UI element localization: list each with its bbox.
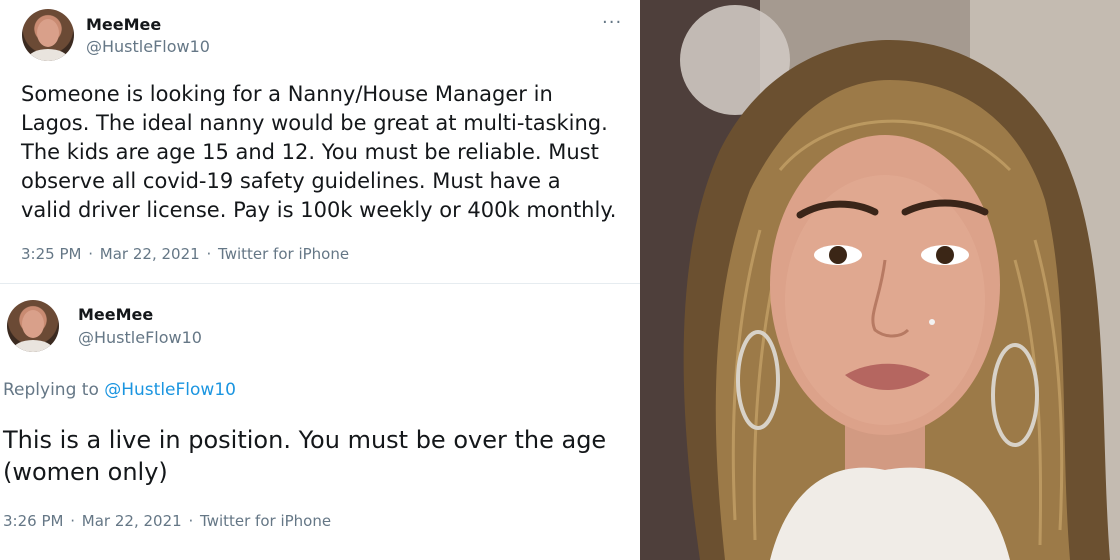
meta-separator: · bbox=[206, 245, 212, 263]
display-name[interactable]: MeeMee bbox=[78, 305, 153, 324]
tweet-meta: 3:26 PM · Mar 22, 2021 · Twitter for iPh… bbox=[3, 512, 333, 530]
replying-to-link[interactable]: @HustleFlow10 bbox=[104, 380, 236, 400]
display-name[interactable]: MeeMee bbox=[86, 15, 161, 34]
avatar-shirt bbox=[13, 340, 53, 352]
tweet-reply: MeeMee @HustleFlow10 Replying to @Hustle… bbox=[0, 283, 640, 560]
user-handle[interactable]: @HustleFlow10 bbox=[78, 328, 202, 347]
tweet-source[interactable]: Twitter for iPhone bbox=[200, 512, 331, 530]
meta-separator: · bbox=[88, 245, 94, 263]
avatar[interactable] bbox=[7, 300, 59, 352]
tweet-date[interactable]: Mar 22, 2021 bbox=[82, 512, 182, 530]
tweet-text: Someone is looking for a Nanny/House Man… bbox=[21, 82, 617, 222]
meta-separator: · bbox=[70, 512, 76, 530]
more-options-icon[interactable]: ··· bbox=[602, 12, 622, 33]
tweet-time[interactable]: 3:26 PM bbox=[3, 512, 63, 530]
avatar-face bbox=[37, 19, 59, 47]
meta-separator: · bbox=[188, 512, 194, 530]
avatar[interactable] bbox=[22, 9, 74, 61]
avatar-shirt bbox=[28, 49, 68, 61]
tweet-time[interactable]: 3:25 PM bbox=[21, 245, 81, 263]
replying-to: Replying to @HustleFlow10 bbox=[3, 380, 236, 400]
tweet-source[interactable]: Twitter for iPhone bbox=[218, 245, 349, 263]
tweet-text: This is a live in position. You must be … bbox=[3, 426, 607, 486]
tweet-screenshot: MeeMee @HustleFlow10 ··· Someone is look… bbox=[0, 0, 640, 560]
avatar-face bbox=[22, 310, 44, 338]
portrait-photo bbox=[640, 0, 1120, 560]
user-handle[interactable]: @HustleFlow10 bbox=[86, 37, 210, 56]
tweet-meta: 3:25 PM · Mar 22, 2021 · Twitter for iPh… bbox=[21, 245, 351, 263]
portrait-illustration bbox=[640, 0, 1120, 560]
tweet-original: MeeMee @HustleFlow10 ··· Someone is look… bbox=[0, 0, 640, 283]
replying-to-label: Replying to bbox=[3, 380, 99, 400]
tweet-date[interactable]: Mar 22, 2021 bbox=[100, 245, 200, 263]
